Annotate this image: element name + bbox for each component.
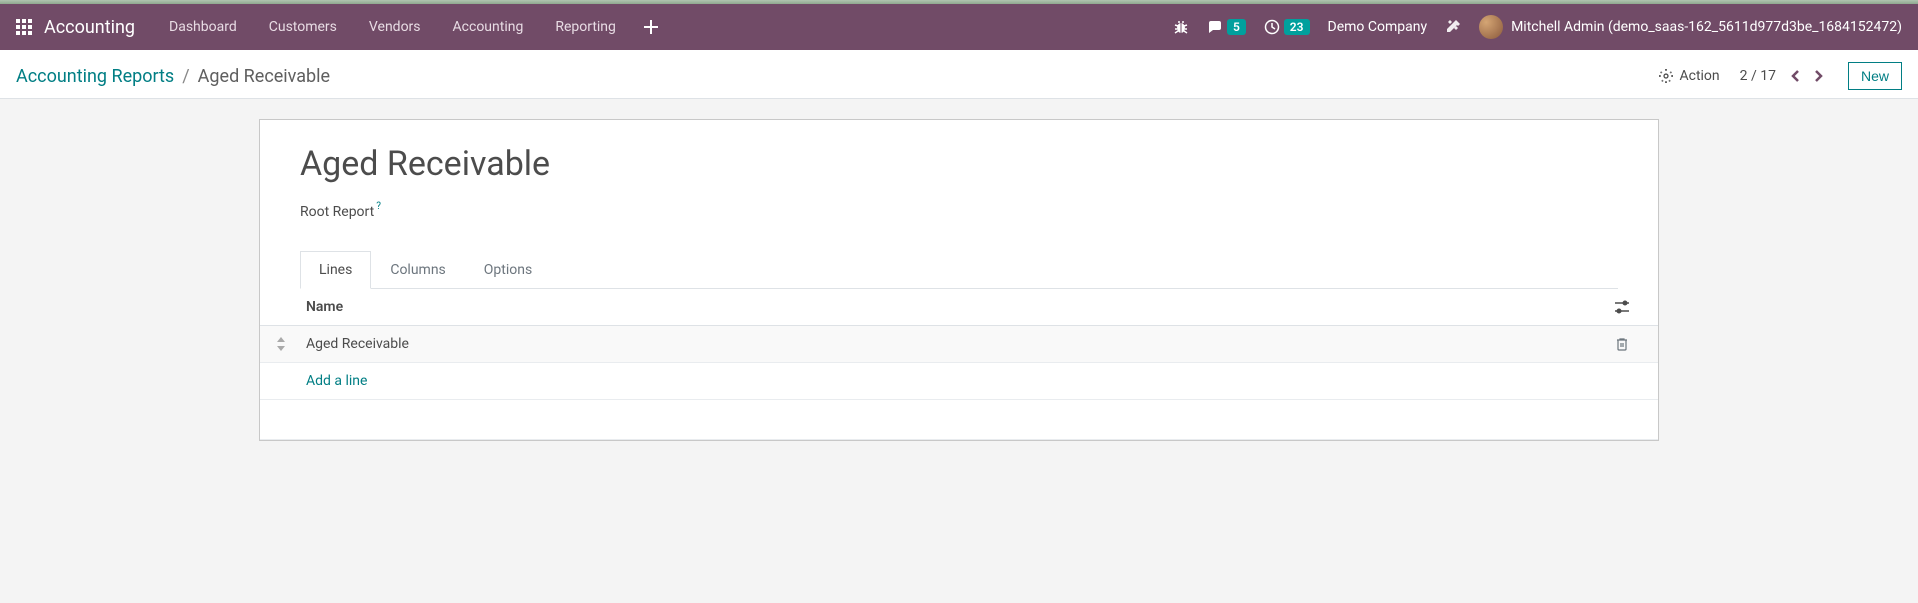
- table-header: Name: [260, 289, 1658, 326]
- breadcrumb-parent[interactable]: Accounting Reports: [16, 66, 174, 87]
- navbar-brand[interactable]: Accounting: [44, 17, 135, 38]
- nav-accounting[interactable]: Accounting: [439, 7, 538, 47]
- row-drag-handle[interactable]: [276, 337, 306, 351]
- tools-button[interactable]: [1445, 19, 1461, 35]
- pager-next[interactable]: [1808, 67, 1828, 85]
- bug-icon: [1173, 19, 1189, 35]
- chevron-right-icon: [1812, 69, 1824, 83]
- row-delete-button[interactable]: [1602, 337, 1642, 351]
- navbar-menu: Dashboard Customers Vendors Accounting R…: [155, 7, 658, 47]
- company-selector[interactable]: Demo Company: [1328, 19, 1428, 35]
- root-report-help[interactable]: ?: [376, 201, 381, 212]
- root-report-label: Root Report: [300, 204, 374, 220]
- tab-options[interactable]: Options: [465, 251, 551, 289]
- table-row[interactable]: Aged Receivable: [260, 326, 1658, 363]
- user-avatar: [1479, 15, 1503, 39]
- apps-grid-icon: [16, 19, 32, 35]
- tabs: Lines Columns Options: [300, 250, 1618, 289]
- apps-menu-button[interactable]: [16, 19, 32, 35]
- nav-reporting[interactable]: Reporting: [541, 7, 630, 47]
- breadcrumb-separator: /: [182, 66, 189, 87]
- control-panel-right: Action 2 / 17 New: [1659, 62, 1902, 90]
- row-name-cell[interactable]: Aged Receivable: [306, 336, 1602, 352]
- chevron-left-icon: [1790, 69, 1802, 83]
- nav-dashboard[interactable]: Dashboard: [155, 7, 251, 47]
- form-sheet: Aged Receivable Root Report ? Lines Colu…: [259, 119, 1659, 441]
- root-report-field: Root Report ?: [300, 204, 1618, 220]
- main-navbar: Accounting Dashboard Customers Vendors A…: [0, 4, 1918, 50]
- messages-button[interactable]: 5: [1207, 19, 1246, 35]
- tab-lines[interactable]: Lines: [300, 251, 371, 289]
- gear-icon: [1659, 69, 1673, 83]
- user-menu[interactable]: Mitchell Admin (demo_saas-162_5611d977d3…: [1479, 15, 1902, 39]
- tab-columns[interactable]: Columns: [371, 251, 464, 289]
- form-view: Aged Receivable Root Report ? Lines Colu…: [0, 99, 1918, 461]
- breadcrumb-current: Aged Receivable: [198, 66, 330, 87]
- add-line-button[interactable]: Add a line: [306, 373, 367, 389]
- trash-icon: [1615, 337, 1629, 351]
- sliders-icon: [1614, 300, 1630, 314]
- clock-icon: [1264, 19, 1280, 35]
- action-button[interactable]: Action: [1659, 68, 1719, 84]
- plus-icon: [644, 20, 658, 34]
- user-name: Mitchell Admin (demo_saas-162_5611d977d3…: [1511, 19, 1902, 35]
- navbar-right: 5 23 Demo Company Mitchell Admin (demo_s…: [1173, 15, 1902, 39]
- page-title: Aged Receivable: [300, 144, 1618, 184]
- empty-row: [260, 400, 1658, 440]
- column-name-header[interactable]: Name: [306, 299, 1602, 315]
- messages-badge: 5: [1227, 19, 1246, 35]
- activities-button[interactable]: 23: [1264, 19, 1310, 35]
- add-line-row: Add a line: [260, 363, 1658, 400]
- nav-customers[interactable]: Customers: [255, 7, 351, 47]
- pager-prev[interactable]: [1786, 67, 1806, 85]
- new-button[interactable]: New: [1848, 62, 1902, 90]
- nav-vendors[interactable]: Vendors: [355, 7, 435, 47]
- chat-icon: [1207, 19, 1223, 35]
- breadcrumb: Accounting Reports / Aged Receivable: [16, 66, 330, 87]
- pager: 2 / 17: [1740, 67, 1828, 85]
- nav-new-button[interactable]: [644, 7, 658, 47]
- sort-handle-icon: [276, 337, 286, 351]
- pager-text[interactable]: 2 / 17: [1740, 68, 1776, 84]
- tools-icon: [1445, 19, 1461, 35]
- action-label: Action: [1679, 68, 1719, 84]
- debug-button[interactable]: [1173, 19, 1189, 35]
- table-settings-button[interactable]: [1602, 300, 1642, 314]
- lines-table: Name Aged Receivable: [260, 289, 1658, 440]
- control-panel: Accounting Reports / Aged Receivable Act…: [0, 50, 1918, 99]
- activities-badge: 23: [1284, 19, 1310, 35]
